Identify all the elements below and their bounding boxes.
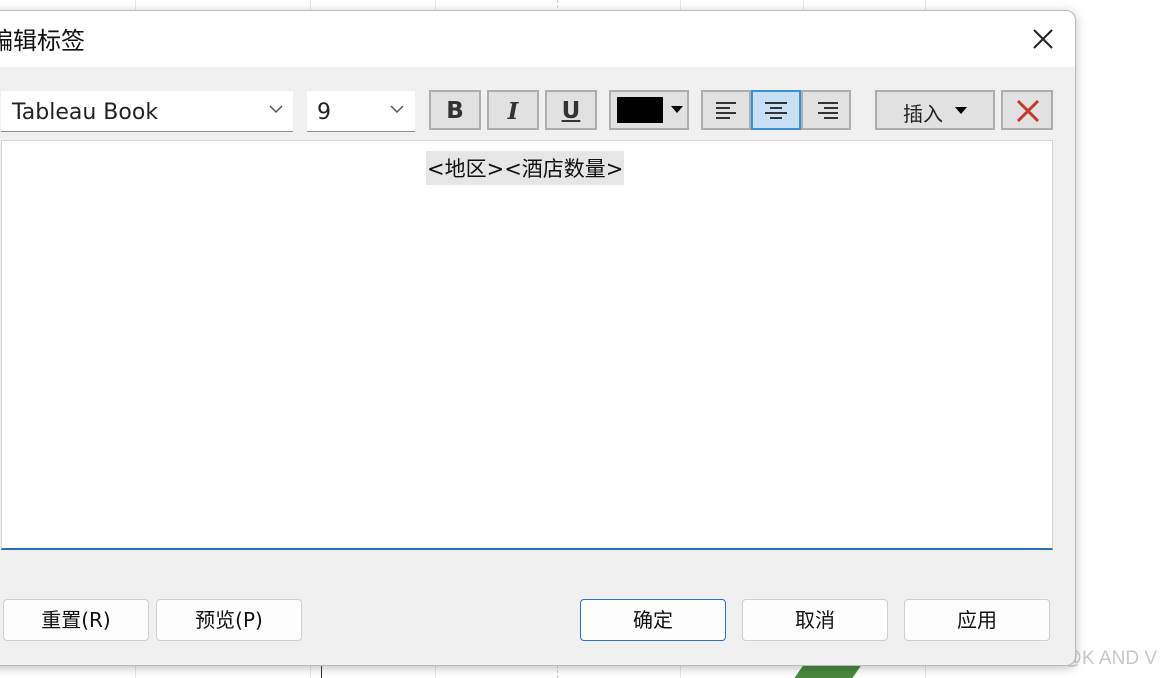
align-right-button[interactable] [801, 90, 851, 130]
align-right-icon [818, 102, 838, 119]
close-button[interactable] [1027, 23, 1059, 55]
underline-label: U [561, 98, 581, 124]
align-left-icon [716, 102, 736, 119]
chevron-down-icon [390, 105, 404, 114]
italic-label: I [507, 98, 519, 125]
edit-label-dialog: 编辑标签 Tableau Book 9 B I U 插入 <地区><酒店数量> … [0, 10, 1076, 666]
close-icon [1033, 29, 1053, 49]
font-size-select[interactable]: 9 [307, 91, 415, 132]
insert-label: 插入 [903, 102, 943, 126]
italic-button[interactable]: I [487, 90, 539, 130]
label-text-editor[interactable]: <地区><酒店数量> [1, 140, 1053, 550]
caret-down-icon [671, 106, 683, 113]
formatting-toolbar: Tableau Book 9 B I U 插入 [0, 89, 1075, 133]
editor-content: <地区><酒店数量> [426, 151, 625, 185]
preview-button[interactable]: 预览(P) [156, 599, 302, 641]
cancel-button[interactable]: 取消 [742, 599, 888, 641]
caret-down-icon [955, 107, 967, 114]
align-center-button[interactable] [751, 90, 801, 130]
underline-button[interactable]: U [545, 90, 597, 130]
text-color-picker[interactable] [609, 90, 689, 130]
ok-button[interactable]: 确定 [580, 599, 726, 641]
dialog-title: 编辑标签 [0, 27, 85, 55]
chevron-down-icon [269, 105, 283, 114]
font-size-value: 9 [317, 100, 331, 125]
reset-button[interactable]: 重置(R) [3, 599, 149, 641]
align-left-button[interactable] [701, 90, 751, 130]
color-swatch [617, 97, 663, 123]
title-bar: 编辑标签 [0, 11, 1075, 67]
bold-button[interactable]: B [429, 90, 481, 130]
insert-button[interactable]: 插入 [875, 90, 995, 130]
apply-button[interactable]: 应用 [904, 599, 1050, 641]
bold-label: B [446, 98, 464, 124]
clear-button[interactable] [1001, 90, 1053, 130]
align-center-icon [765, 102, 787, 119]
font-family-value: Tableau Book [12, 100, 159, 125]
axis-tick [321, 664, 322, 678]
font-family-select[interactable]: Tableau Book [1, 91, 293, 132]
clear-icon [1016, 99, 1040, 123]
